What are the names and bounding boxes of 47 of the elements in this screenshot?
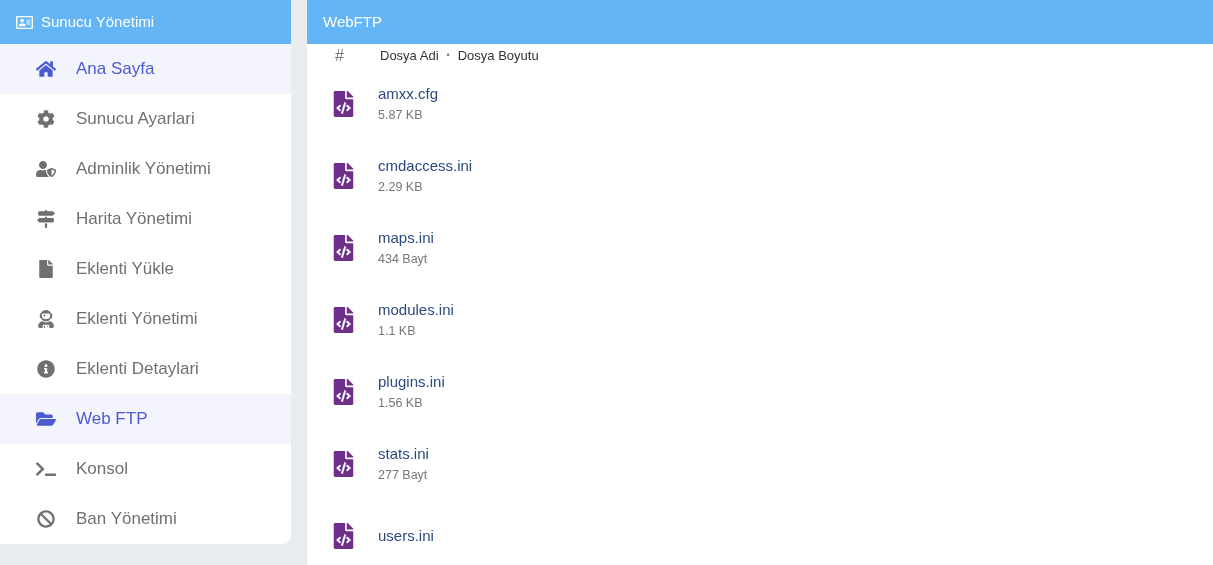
sidebar-item[interactable]: Ana Sayfa (0, 44, 291, 94)
file-name[interactable]: users.ini (378, 524, 434, 548)
file-size: 2.29 KB (378, 178, 424, 196)
code-file-icon (333, 523, 354, 549)
file-name[interactable]: amxx.cfg (378, 83, 438, 106)
settings-icon (36, 110, 56, 128)
separator-dot: • (446, 49, 450, 63)
file-name[interactable]: maps.ini (378, 227, 434, 250)
file-name[interactable]: modules.ini (378, 299, 454, 322)
code-file-icon (333, 379, 354, 405)
file-name[interactable]: stats.ini (378, 443, 429, 466)
sidebar-item[interactable]: Adminlik Yönetimi (0, 144, 291, 194)
sidebar-item[interactable]: Eklenti Yönetimi (0, 294, 291, 344)
sidebar-item[interactable]: Sunucu Ayarlari (0, 94, 291, 144)
file-size: 277 Bayt (378, 466, 429, 484)
terminal-icon (36, 460, 56, 478)
size-column-header: Dosya Boyutu (457, 47, 539, 66)
panel-title: WebFTP (323, 11, 382, 32)
file-name[interactable]: cmdaccess.ini (378, 155, 473, 178)
code-file-icon (333, 451, 354, 477)
sidebar-item[interactable]: Harita Yönetimi (0, 194, 291, 244)
file-size: 434 Bayt (378, 250, 429, 268)
file-size: 1.1 KB (378, 322, 417, 340)
sidebar-title: Sunucu Yönetimi (41, 11, 155, 32)
code-file-icon (333, 163, 354, 189)
file-size: 5.87 KB (378, 106, 424, 124)
code-file-icon (333, 307, 354, 333)
index-column-header: # (335, 46, 345, 66)
home-icon (36, 60, 56, 78)
code-file-icon (333, 91, 354, 117)
id-card-icon (16, 13, 33, 31)
sidebar-item[interactable]: Ban Yönetimi (0, 494, 291, 544)
sidebar-item[interactable]: Konsol (0, 444, 291, 494)
sidebar-item[interactable]: Web FTP (0, 394, 291, 444)
file-icon (36, 260, 56, 278)
folder-icon (36, 410, 56, 428)
name-column-header: Dosya Adi (380, 47, 439, 66)
code-file-icon (333, 235, 354, 261)
user-shield-icon (36, 160, 56, 178)
sidebar-item[interactable]: Eklenti Detaylari (0, 344, 291, 394)
file-name[interactable]: plugins.ini (378, 371, 445, 394)
astronaut-icon (36, 310, 56, 328)
signpost-icon (36, 210, 56, 228)
sidebar-item[interactable]: Eklenti Yükle (0, 244, 291, 294)
info-icon (36, 360, 56, 378)
ban-icon (36, 510, 56, 528)
file-size: 1.56 KB (378, 394, 424, 412)
